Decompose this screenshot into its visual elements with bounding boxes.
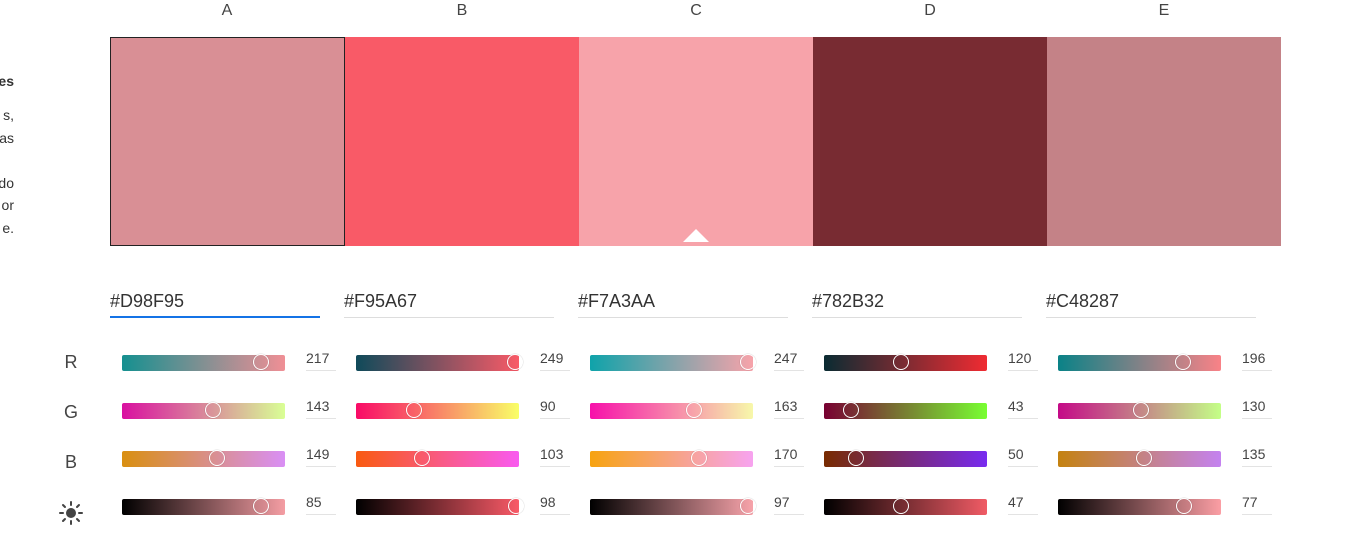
green-value-d[interactable]: 43	[1008, 398, 1038, 419]
color-swatch-e[interactable]	[1047, 37, 1281, 246]
slider-thumb[interactable]	[843, 402, 860, 418]
color-swatch-c[interactable]	[579, 37, 813, 246]
hex-input-b[interactable]	[344, 286, 554, 318]
slider-thumb[interactable]	[847, 450, 864, 466]
brightness-value-a[interactable]: 85	[306, 494, 336, 515]
color-swatch-d[interactable]	[813, 37, 1047, 246]
brightness-value-c[interactable]: 97	[774, 494, 804, 515]
blue-value-b[interactable]: 103	[540, 446, 570, 467]
slider-thumb[interactable]	[686, 402, 703, 418]
column-letter-b: B	[456, 2, 468, 19]
row-label-red: R	[64, 352, 78, 372]
red-slider-e[interactable]	[1058, 354, 1221, 371]
brightness-value-d[interactable]: 47	[1008, 494, 1038, 515]
red-slider-c[interactable]	[590, 354, 756, 371]
row-label-blue: B	[64, 452, 77, 472]
green-slider-c[interactable]	[590, 402, 753, 419]
slider-thumb[interactable]	[740, 498, 757, 514]
green-slider-d[interactable]	[824, 402, 987, 419]
blue-value-d[interactable]: 50	[1008, 446, 1038, 467]
green-slider-b[interactable]	[356, 402, 519, 419]
red-value-c[interactable]: 247	[774, 350, 804, 371]
brightness-slider-b[interactable]	[356, 498, 524, 515]
hex-input-a[interactable]	[110, 286, 320, 318]
slider-thumb[interactable]	[205, 402, 222, 418]
sun-icon	[56, 500, 86, 531]
slider-thumb[interactable]	[1175, 354, 1192, 370]
blue-slider-b[interactable]	[356, 450, 519, 467]
slider-thumb[interactable]	[252, 354, 269, 370]
blue-slider-e[interactable]	[1058, 450, 1221, 467]
brightness-value-e[interactable]: 77	[1242, 494, 1272, 515]
red-slider-d[interactable]	[824, 354, 987, 371]
slider-thumb[interactable]	[1136, 450, 1153, 466]
slider-thumb[interactable]	[892, 498, 909, 514]
green-value-b[interactable]: 90	[540, 398, 570, 419]
column-letter-c: C	[690, 2, 702, 19]
sidebar-text-line: es	[0, 73, 14, 89]
hex-input-e[interactable]	[1046, 286, 1256, 318]
brightness-slider-a[interactable]	[122, 498, 285, 515]
green-value-c[interactable]: 163	[774, 398, 804, 419]
slider-thumb[interactable]	[690, 450, 707, 466]
hex-input-d[interactable]	[812, 286, 1022, 318]
slider-thumb[interactable]	[405, 402, 422, 418]
slider-thumb[interactable]	[739, 354, 756, 370]
color-swatch-b[interactable]	[345, 37, 579, 246]
sidebar-text-line: s,	[3, 107, 14, 123]
brightness-value-b[interactable]: 98	[540, 494, 570, 515]
green-value-e[interactable]: 130	[1242, 398, 1272, 419]
slider-thumb[interactable]	[209, 450, 226, 466]
red-value-b[interactable]: 249	[540, 350, 570, 371]
blue-value-c[interactable]: 170	[774, 446, 804, 467]
row-label-green: G	[63, 402, 78, 422]
column-letter-e: E	[1158, 2, 1170, 19]
slider-thumb[interactable]	[507, 498, 524, 514]
red-value-a[interactable]: 217	[306, 350, 336, 371]
slider-thumb[interactable]	[1175, 498, 1192, 514]
base-color-marker[interactable]	[683, 229, 709, 242]
slider-thumb[interactable]	[892, 354, 909, 370]
green-slider-a[interactable]	[122, 402, 285, 419]
brightness-slider-d[interactable]	[824, 498, 987, 515]
blue-slider-a[interactable]	[122, 450, 285, 467]
slider-thumb[interactable]	[1133, 402, 1150, 418]
sidebar-text-line: or	[1, 197, 14, 213]
sidebar-text-line: e.	[2, 220, 14, 236]
column-letter-a: A	[221, 2, 233, 19]
green-value-a[interactable]: 143	[306, 398, 336, 419]
color-swatch-a[interactable]	[110, 37, 345, 246]
sidebar-text-line: do	[0, 175, 14, 191]
slider-thumb[interactable]	[252, 498, 269, 514]
sidebar-text-fragment: es s, as do or e.	[0, 60, 14, 260]
red-value-d[interactable]: 120	[1008, 350, 1038, 371]
blue-slider-d[interactable]	[824, 450, 987, 467]
red-slider-a[interactable]	[122, 354, 285, 371]
slider-thumb[interactable]	[507, 354, 524, 370]
hex-input-c[interactable]	[578, 286, 788, 318]
sidebar-text-line: as	[0, 130, 14, 146]
slider-thumb[interactable]	[413, 450, 430, 466]
blue-slider-c[interactable]	[590, 450, 753, 467]
column-letter-d: D	[924, 2, 936, 19]
brightness-slider-c[interactable]	[590, 498, 757, 515]
green-slider-e[interactable]	[1058, 402, 1221, 419]
brightness-slider-e[interactable]	[1058, 498, 1221, 515]
red-value-e[interactable]: 196	[1242, 350, 1272, 371]
blue-value-e[interactable]: 135	[1242, 446, 1272, 467]
blue-value-a[interactable]: 149	[306, 446, 336, 467]
red-slider-b[interactable]	[356, 354, 524, 371]
